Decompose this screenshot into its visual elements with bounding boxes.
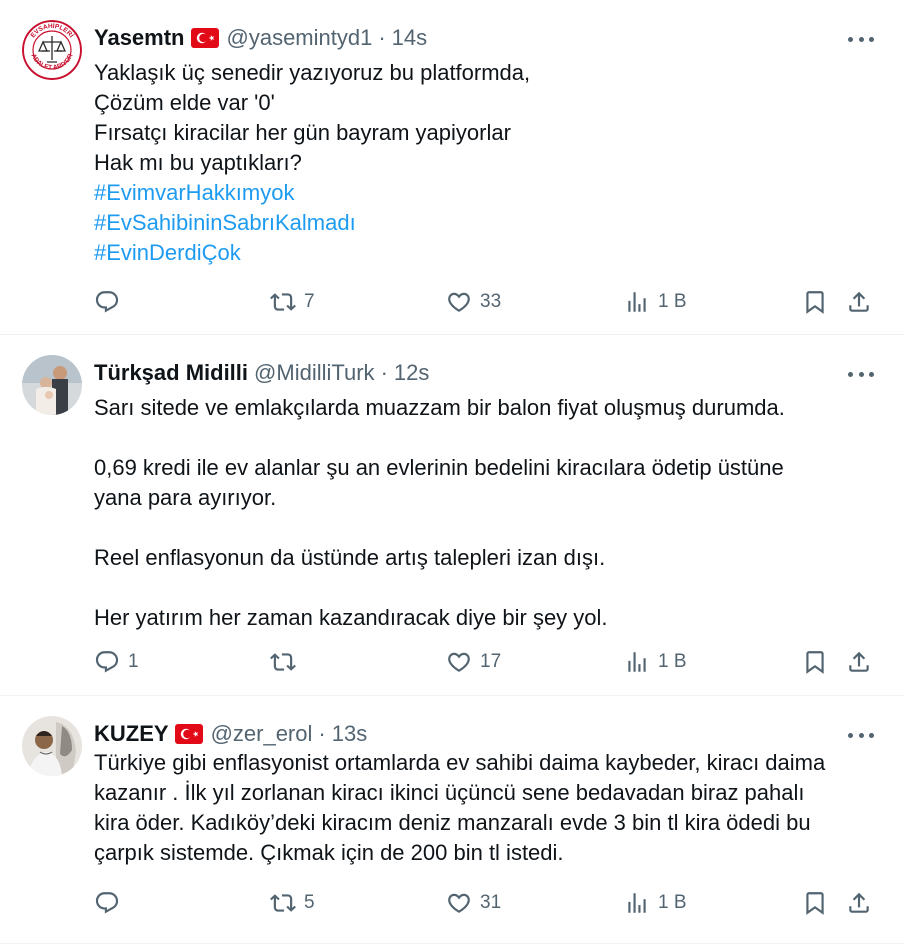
separator-dot: ·	[378, 25, 386, 50]
text-line: Çözüm elde var '0'	[94, 90, 275, 115]
views-button[interactable]: 1 B	[624, 288, 687, 316]
display-name[interactable]: KUZEY	[94, 721, 169, 747]
views-icon	[624, 890, 650, 916]
user-handle[interactable]: @MidilliTurk	[254, 360, 375, 386]
more-icon[interactable]	[848, 369, 874, 379]
views-icon	[624, 649, 650, 675]
bookmark-icon	[802, 289, 828, 315]
like-button[interactable]: 17	[446, 648, 501, 676]
more-icon[interactable]	[848, 730, 874, 740]
text-line	[94, 423, 874, 453]
view-count: 1 B	[658, 291, 687, 312]
like-button[interactable]: 33	[446, 288, 501, 316]
share-button[interactable]	[846, 648, 872, 676]
tweet-header: Yasemtn @yasemintyd1 · 14s	[94, 24, 427, 52]
turkish-flag-icon	[175, 724, 203, 744]
text-line: Türkiye gibi enflasyonist ortamlarda ev …	[94, 750, 826, 775]
user-handle[interactable]: @yasemintyd1	[227, 25, 373, 51]
views-button[interactable]: 1 B	[624, 648, 687, 676]
text-line: yana para ayırıyor.	[94, 485, 277, 510]
separator-dot: ·	[380, 360, 388, 385]
reply-count: 1	[128, 651, 139, 672]
share-icon	[846, 649, 872, 675]
repost-count: 7	[304, 291, 315, 312]
like-icon	[446, 890, 472, 916]
avatar[interactable]	[22, 716, 82, 776]
repost-button[interactable]: 5	[270, 889, 315, 917]
repost-button[interactable]: 7	[270, 288, 315, 316]
more-icon[interactable]	[848, 34, 874, 44]
repost-icon	[270, 890, 296, 916]
tweet[interactable]: Türkşad Midilli @MidilliTurk · 12s Sarı …	[0, 335, 904, 696]
timestamp[interactable]: 14s	[392, 25, 427, 51]
hashtag-link[interactable]: #EvimvarHakkımyok	[94, 178, 874, 208]
text-line	[94, 573, 874, 603]
bookmark-button[interactable]	[802, 288, 828, 316]
reply-button[interactable]	[94, 288, 128, 316]
views-button[interactable]: 1 B	[624, 889, 687, 917]
share-icon	[846, 890, 872, 916]
adalet-logo-icon: EVSAHİPLERİ ADALET ARIYOR	[22, 20, 82, 80]
view-count: 1 B	[658, 651, 687, 672]
share-button[interactable]	[846, 288, 872, 316]
tweet-header: Türkşad Midilli @MidilliTurk · 12s	[94, 359, 429, 387]
like-count: 33	[480, 291, 502, 312]
text-line: Reel enflasyonun da üstünde artış talepl…	[94, 545, 606, 570]
repost-count: 5	[304, 892, 315, 913]
timestamp[interactable]: 12s	[394, 360, 429, 386]
repost-icon	[270, 649, 296, 675]
text-line: Sarı sitede ve emlakçılarda muazzam bir …	[94, 395, 785, 420]
bookmark-button[interactable]	[802, 889, 828, 917]
views-icon	[624, 289, 650, 315]
action-bar: 7 33 1 B	[94, 288, 874, 316]
tweet-header: KUZEY @zer_erol · 13s	[94, 720, 367, 748]
action-bar: 1 17 1 B	[94, 648, 874, 676]
tweet-text: Sarı sitede ve emlakçılarda muazzam bir …	[94, 393, 874, 633]
display-name[interactable]: Yasemtn	[94, 25, 185, 51]
like-count: 17	[480, 651, 502, 672]
turkish-flag-icon	[191, 28, 219, 48]
tweet-text: Türkiye gibi enflasyonist ortamlarda ev …	[94, 748, 874, 868]
repost-button[interactable]	[270, 648, 304, 676]
reply-icon	[94, 289, 120, 315]
text-line: Hak mı bu yaptıkları?	[94, 150, 302, 175]
tweet[interactable]: KUZEY @zer_erol · 13s Türkiye gibi enfla…	[0, 696, 904, 944]
profile-photo	[22, 716, 82, 776]
text-line: Yaklaşık üç senedir yazıyoruz bu platfor…	[94, 60, 531, 85]
timestamp[interactable]: 13s	[332, 721, 367, 747]
bookmark-icon	[802, 890, 828, 916]
like-button[interactable]: 31	[446, 889, 501, 917]
like-icon	[446, 649, 472, 675]
avatar[interactable]	[22, 355, 82, 415]
repost-icon	[270, 289, 296, 315]
like-icon	[446, 289, 472, 315]
bookmark-icon	[802, 649, 828, 675]
separator-dot: ·	[318, 721, 326, 746]
bookmark-button[interactable]	[802, 648, 828, 676]
reply-icon	[94, 649, 120, 675]
hashtag-link[interactable]: #EvSahibininSabrıKalmadı	[94, 208, 874, 238]
text-line	[94, 513, 874, 543]
view-count: 1 B	[658, 892, 687, 913]
reply-button[interactable]	[94, 889, 128, 917]
share-button[interactable]	[846, 889, 872, 917]
display-name[interactable]: Türkşad Midilli	[94, 360, 248, 386]
text-line: kira öder. Kadıköy’deki kiracım deniz ma…	[94, 810, 811, 835]
tweet[interactable]: EVSAHİPLERİ ADALET ARIYOR Yasemtn @yasem…	[0, 0, 904, 335]
profile-photo	[22, 355, 82, 415]
tweet-text: Yaklaşık üç senedir yazıyoruz bu platfor…	[94, 58, 874, 268]
text-line: Her yatırım her zaman kazandıracak diye …	[94, 605, 608, 630]
hashtag-link[interactable]: #EvinDerdiÇok	[94, 238, 874, 268]
user-handle[interactable]: @zer_erol	[211, 721, 313, 747]
avatar[interactable]: EVSAHİPLERİ ADALET ARIYOR	[22, 20, 82, 80]
text-line: kazanır . İlk yıl zorlanan kiracı ikinci…	[94, 780, 805, 805]
text-line: çarpık sistemde. Çıkmak için de 200 bin …	[94, 840, 564, 865]
share-icon	[846, 289, 872, 315]
text-line: 0,69 kredi ile ev alanlar şu an evlerini…	[94, 455, 784, 480]
reply-icon	[94, 890, 120, 916]
reply-button[interactable]: 1	[94, 648, 139, 676]
action-bar: 5 31 1 B	[94, 889, 874, 917]
like-count: 31	[480, 892, 502, 913]
text-line: Fırsatçı kiracilar her gün bayram yapiyo…	[94, 120, 511, 145]
